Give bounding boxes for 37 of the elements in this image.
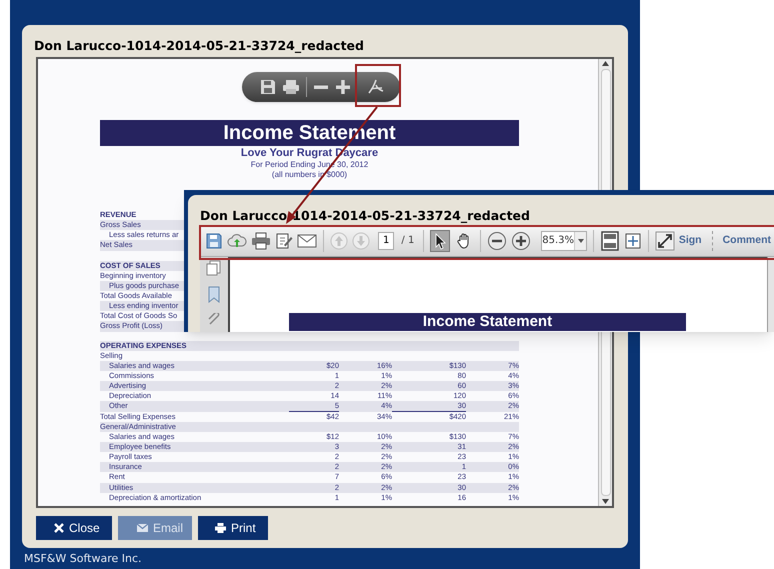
pdf-icon[interactable]: [367, 79, 385, 95]
scrollbar[interactable]: [767, 257, 774, 332]
full-screen-icon[interactable]: [654, 230, 675, 250]
print-button[interactable]: Print: [198, 516, 268, 540]
scroll-down-icon[interactable]: [602, 499, 609, 504]
scroll-up-icon[interactable]: [602, 61, 609, 66]
pages-icon[interactable]: [206, 260, 222, 276]
paperclip-icon[interactable]: [207, 313, 221, 325]
email-icon[interactable]: [297, 232, 317, 248]
select-tool-button[interactable]: [430, 230, 450, 252]
cloud-upload-icon[interactable]: [227, 232, 247, 250]
toolbar-link[interactable]: Comment: [722, 232, 772, 248]
footer-text: MSF&W Software Inc.: [24, 552, 142, 566]
dropdown-caret-icon[interactable]: [578, 238, 584, 242]
page-number-field[interactable]: 1: [378, 232, 394, 250]
save-icon[interactable]: [260, 79, 276, 95]
edit-document-icon[interactable]: [275, 232, 293, 250]
fit-width-icon[interactable]: [624, 232, 642, 250]
zoom-in-icon[interactable]: [511, 230, 532, 250]
zoom-field[interactable]: 85.3%: [541, 230, 588, 250]
zoom-out-icon[interactable]: [487, 230, 508, 250]
print-icon: [215, 523, 226, 533]
close-icon: [54, 523, 64, 533]
page-count: / 1: [400, 234, 416, 248]
print-icon[interactable]: [251, 232, 271, 250]
close-button[interactable]: Close: [36, 516, 112, 540]
zoom-value: 85.3%: [542, 234, 574, 248]
statement-heading: Income Statement: [100, 120, 519, 146]
envelope-icon: [137, 524, 148, 532]
window-title: Don Larucco-1014-2014-05-21-33724_redacted: [34, 37, 364, 55]
save-icon[interactable]: [205, 232, 223, 250]
fit-page-icon[interactable]: [600, 230, 620, 250]
highlight-frame: [355, 64, 401, 107]
zoom-in-icon[interactable]: [335, 79, 351, 95]
print-icon[interactable]: [282, 79, 300, 95]
statement-heading: Income Statement: [289, 313, 686, 331]
toolbar-link[interactable]: Sign: [678, 232, 702, 248]
